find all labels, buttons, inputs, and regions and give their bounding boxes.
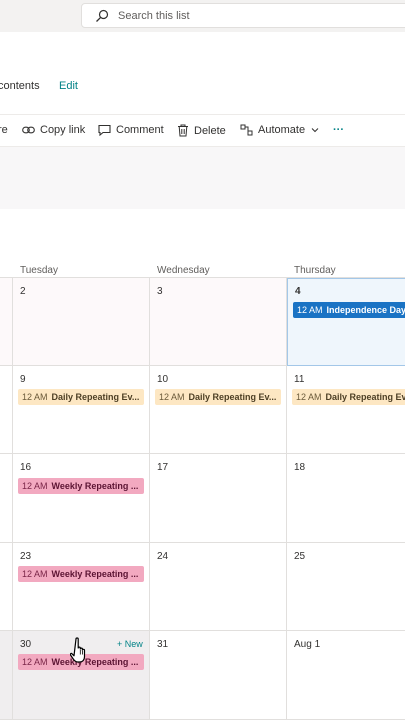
day-number: 11: [294, 374, 305, 385]
calendar-cell[interactable]: 17: [150, 454, 287, 543]
search-icon: [94, 8, 110, 24]
day-number: 23: [20, 551, 32, 562]
day-number: 17: [157, 462, 169, 473]
automate-icon: [240, 124, 253, 136]
calendar-cell[interactable]: 24: [150, 543, 287, 631]
day-number: 18: [294, 462, 306, 473]
calendar-cell[interactable]: 23 12 AM Weekly Repeating ...: [13, 543, 150, 631]
calendar-cell[interactable]: [0, 454, 13, 543]
delete-label: Delete: [194, 124, 226, 137]
event-daily-repeating[interactable]: 12 AM Daily Repeating Ev...: [18, 389, 144, 405]
comment-button[interactable]: Comment: [98, 124, 164, 136]
calendar-cell[interactable]: [0, 631, 13, 720]
calendar-cell[interactable]: 18: [287, 454, 405, 543]
calendar-cell[interactable]: 2: [13, 278, 150, 366]
event-time: 12 AM: [159, 392, 185, 402]
calendar-cell[interactable]: 25: [287, 543, 405, 631]
day-number: 3: [157, 286, 163, 297]
copy-link-label: Copy link: [40, 124, 86, 136]
comment-label: Comment: [116, 124, 164, 136]
delete-button[interactable]: Delete: [177, 124, 226, 137]
event-title: Independence Day: [326, 305, 405, 315]
hand-cursor-icon: [70, 637, 86, 663]
event-weekly-repeating[interactable]: 12 AM Weekly Repeating ...: [18, 566, 144, 582]
event-title: Daily Repeating Ev...: [188, 392, 277, 402]
event-time: 12 AM: [22, 657, 48, 667]
edit-link[interactable]: Edit: [59, 80, 78, 92]
calendar-cell[interactable]: Aug 1: [287, 631, 405, 720]
calendar-cell[interactable]: 10 12 AM Daily Repeating Ev...: [150, 366, 287, 454]
calendar-cell[interactable]: 16 12 AM Weekly Repeating ...: [13, 454, 150, 543]
event-time: 12 AM: [22, 392, 48, 402]
suite-bar: Search this list: [0, 0, 405, 32]
event-time: 12 AM: [22, 481, 48, 491]
search-box[interactable]: Search this list: [81, 3, 405, 28]
chevron-down-icon: [311, 128, 319, 133]
day-number: 16: [20, 462, 32, 473]
calendar-cell[interactable]: [0, 278, 13, 366]
day-number: 10: [157, 374, 169, 385]
calendar-cell[interactable]: 9 12 AM Daily Repeating Ev...: [13, 366, 150, 454]
event-daily-repeating[interactable]: 12 AM Daily Repeating Ev...: [155, 389, 281, 405]
day-number: 24: [157, 551, 169, 562]
event-time: 12 AM: [297, 305, 323, 315]
day-number: 31: [157, 639, 169, 650]
day-number: 9: [20, 374, 26, 385]
day-number: 2: [20, 286, 26, 297]
share-label: re: [0, 124, 8, 136]
event-weekly-repeating[interactable]: 12 AM Weekly Repeating ...: [18, 478, 144, 494]
site-contents-link[interactable]: contents: [0, 80, 40, 92]
more-actions-button[interactable]: ···: [333, 124, 344, 136]
calendar-cell[interactable]: 11 12 AM Daily Repeating Ev...: [287, 366, 405, 454]
event-time: 12 AM: [296, 392, 322, 402]
day-number: 25: [294, 551, 306, 562]
event-title: Weekly Repeating ...: [51, 481, 139, 491]
day-number: Aug 1: [294, 639, 321, 650]
calendar-cell[interactable]: 3: [150, 278, 287, 366]
copy-link-button[interactable]: Copy link: [22, 124, 85, 136]
calendar-cell[interactable]: 31: [150, 631, 287, 720]
more-icon: ···: [333, 124, 344, 136]
day-header-wednesday: Wednesday: [157, 265, 210, 276]
new-event-link[interactable]: + New: [117, 639, 143, 649]
search-input[interactable]: Search this list: [118, 10, 190, 22]
automate-label: Automate: [258, 124, 306, 136]
trash-icon: [178, 124, 188, 137]
calendar-cell[interactable]: [0, 543, 13, 631]
event-title: Daily Repeating Ev...: [51, 392, 140, 402]
share-button[interactable]: re: [0, 124, 8, 136]
divider: [0, 114, 405, 115]
calendar-cell[interactable]: [0, 366, 13, 454]
automate-button[interactable]: Automate: [240, 124, 324, 136]
event-time: 12 AM: [22, 569, 48, 579]
event-title: Weekly Repeating ...: [51, 657, 139, 667]
event-daily-repeating[interactable]: 12 AM Daily Repeating Ev...: [292, 389, 405, 405]
day-number: 4: [295, 286, 301, 297]
calendar-cell-today[interactable]: 4 12 AM Independence Day: [287, 278, 405, 366]
event-title: Weekly Repeating ...: [51, 569, 139, 579]
header-band: [0, 147, 405, 209]
day-header-thursday: Thursday: [294, 265, 336, 276]
day-number: 30: [20, 639, 32, 650]
comment-icon: [98, 124, 111, 136]
event-independence-day[interactable]: 12 AM Independence Day: [293, 302, 405, 318]
event-title: Daily Repeating Ev...: [325, 392, 405, 402]
link-icon: [22, 126, 35, 134]
command-bar: re Copy link Comment Delete Automate ···: [0, 118, 405, 144]
day-header-tuesday: Tuesday: [20, 265, 58, 276]
